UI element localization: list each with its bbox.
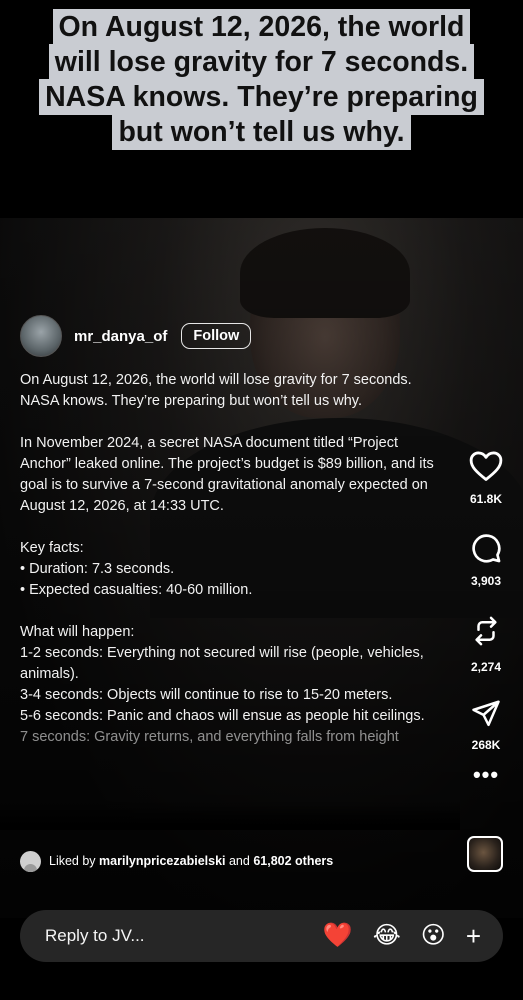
heart-reaction-button[interactable]: ❤️	[323, 924, 353, 948]
top-caption: On August 12, 2026, the world will lose …	[32, 9, 491, 150]
liked-by-row[interactable]: Liked by marilynpricezabielski and 61,80…	[20, 850, 333, 872]
like-count: 61.8K	[469, 492, 503, 506]
comment-action[interactable]: 3,903	[470, 532, 502, 588]
liked-by-connector: and	[228, 854, 250, 868]
liked-by-avatar-icon	[20, 850, 41, 872]
share-action[interactable]: 268K	[471, 698, 501, 752]
user-avatar[interactable]	[20, 315, 62, 357]
action-rail: 61.8K 3,903 2,274 268K •••	[460, 450, 512, 788]
reply-bar[interactable]: Reply to JV... ❤️ 😂 😮 +	[20, 910, 503, 962]
key-fact-item: • Duration: 7.3 seconds.	[20, 561, 175, 577]
what-item-truncated: 7 seconds: Gravity returns, and everythi…	[20, 729, 399, 745]
heart-icon[interactable]	[469, 450, 503, 482]
key-fact-item: • Expected casualties: 40-60 million.	[20, 582, 253, 598]
what-item: 3-4 seconds: Objects will continue to ri…	[20, 687, 393, 703]
liked-by-user[interactable]: marilynpricezabielski	[99, 854, 225, 868]
what-item: 5-6 seconds: Panic and chaos will ensue …	[20, 708, 425, 724]
audio-thumbnail[interactable]	[467, 836, 503, 872]
laugh-reaction-button[interactable]: 😂	[373, 924, 401, 948]
liked-by-others[interactable]: 61,802 others	[253, 854, 333, 868]
what-item: 1-2 seconds: Everything not secured will…	[20, 645, 424, 682]
repost-count: 2,274	[470, 660, 502, 674]
liked-by-prefix: Liked by	[49, 854, 96, 868]
more-icon[interactable]: •••	[473, 762, 499, 788]
top-caption-text: On August 12, 2026, the world will lose …	[39, 9, 484, 150]
post-header: mr_danya_of Follow	[20, 315, 252, 357]
share-count: 268K	[471, 738, 501, 752]
follow-button[interactable]: Follow	[181, 323, 252, 349]
key-facts-heading: Key facts:	[20, 540, 84, 556]
plus-icon[interactable]: +	[466, 921, 481, 952]
what-heading: What will happen:	[20, 624, 135, 640]
repost-icon[interactable]	[471, 614, 501, 648]
caption-paragraph: In November 2024, a secret NASA document…	[20, 435, 434, 514]
like-action[interactable]: 61.8K	[469, 450, 503, 506]
caption-intro: On August 12, 2026, the world will lose …	[20, 372, 412, 409]
wow-reaction-button[interactable]: 😮	[421, 924, 446, 948]
username[interactable]: mr_danya_of	[74, 328, 167, 345]
comment-count: 3,903	[470, 574, 502, 588]
share-icon[interactable]	[471, 698, 501, 728]
comment-icon[interactable]	[470, 532, 502, 564]
reply-input[interactable]: Reply to JV...	[45, 926, 323, 946]
post-caption[interactable]: On August 12, 2026, the world will lose …	[20, 370, 450, 748]
caption-fade-overlay	[0, 800, 460, 830]
repost-action[interactable]: 2,274	[471, 614, 501, 674]
